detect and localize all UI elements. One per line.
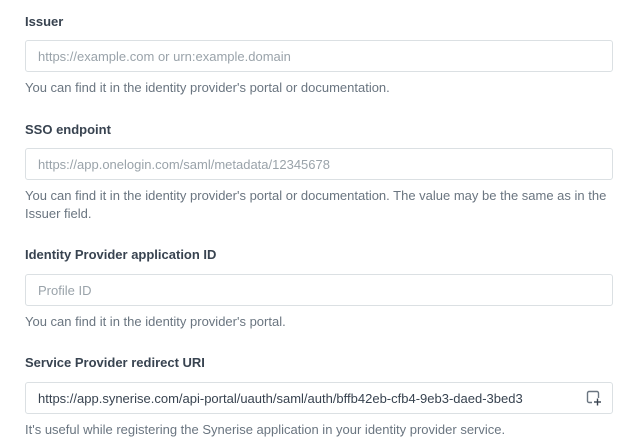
sso-endpoint-help-text: You can find it in the identity provider… <box>25 188 607 221</box>
issuer-field-group: Issuer You can find it in the identity p… <box>25 14 613 95</box>
sp-redirect-uri-help-text: It's useful while registering the Syneri… <box>25 422 506 437</box>
sso-endpoint-input[interactable] <box>25 148 613 180</box>
issuer-help-text: You can find it in the identity provider… <box>25 80 390 95</box>
copy-icon[interactable] <box>584 388 604 408</box>
sp-redirect-uri-field-group: Service Provider redirect URI https://ap… <box>25 355 613 437</box>
idp-app-id-label: Identity Provider application ID <box>25 247 217 262</box>
sp-redirect-uri-value: https://app.synerise.com/api-portal/uaut… <box>38 390 523 406</box>
issuer-input[interactable] <box>25 40 613 72</box>
idp-app-id-field-group: Identity Provider application ID You can… <box>25 247 613 329</box>
sp-redirect-uri-readonly-input[interactable]: https://app.synerise.com/api-portal/uaut… <box>25 382 613 414</box>
sso-endpoint-field-group: SSO endpoint You can find it in the iden… <box>25 122 613 221</box>
idp-app-id-help-text: You can find it in the identity provider… <box>25 314 286 329</box>
sso-endpoint-label: SSO endpoint <box>25 122 111 137</box>
idp-app-id-input[interactable] <box>25 274 613 306</box>
sp-redirect-uri-label: Service Provider redirect URI <box>25 355 205 370</box>
issuer-label: Issuer <box>25 14 64 29</box>
